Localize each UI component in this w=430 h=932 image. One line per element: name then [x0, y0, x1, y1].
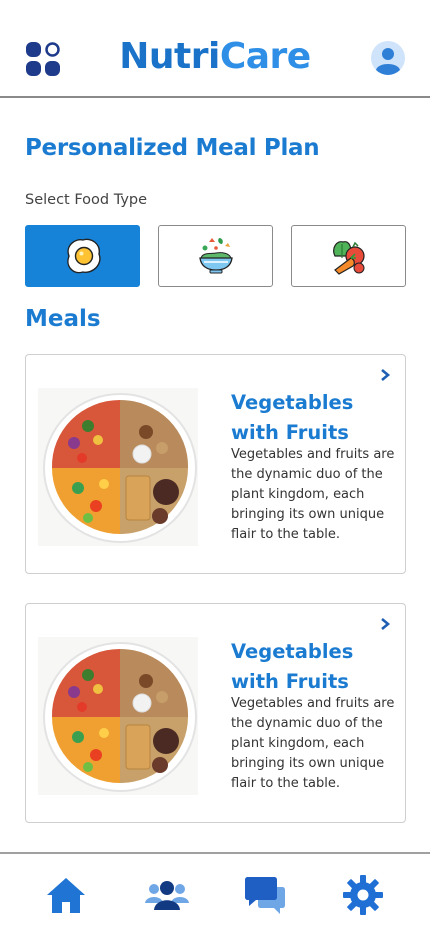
meal-description: Vegetables and fruits are the dynamic du… — [231, 696, 395, 791]
meal-title: Vegetables with Fruits — [231, 391, 354, 444]
meal-description: Vegetables and fruits are the dynamic du… — [231, 447, 395, 542]
meal-plate-image — [38, 388, 198, 546]
bottom-navigation — [0, 852, 430, 932]
meal-plate-image — [38, 637, 198, 795]
fried-egg-icon — [66, 238, 101, 274]
meals-section-title: Meals — [25, 306, 101, 332]
nav-settings[interactable] — [340, 872, 386, 918]
food-type-egg-button[interactable] — [25, 225, 140, 287]
food-type-vegetables-button[interactable] — [291, 225, 406, 287]
app-header: NutriCare — [0, 0, 430, 98]
salad-bowl-icon — [198, 238, 233, 274]
meal-card[interactable]: Vegetables with Fruits Vegetables and fr… — [25, 603, 406, 823]
nav-chat[interactable] — [242, 872, 288, 918]
app-brand: NutriCare — [0, 36, 430, 77]
chat-icon — [245, 877, 285, 914]
food-type-salad-button[interactable] — [158, 225, 273, 287]
home-icon — [47, 878, 85, 913]
community-icon — [145, 881, 189, 910]
meal-card[interactable]: Vegetables with Fruits Vegetables and fr… — [25, 354, 406, 574]
vegetables-fruits-icon — [332, 241, 365, 275]
food-type-label: Select Food Type — [25, 192, 148, 208]
brand-part-1: Nutri — [119, 36, 220, 77]
chevron-right-icon[interactable] — [379, 618, 391, 630]
settings-gear-icon — [343, 875, 383, 915]
chevron-right-icon[interactable] — [379, 369, 391, 381]
nav-community[interactable] — [144, 872, 190, 918]
page-title: Personalized Meal Plan — [25, 135, 320, 161]
user-avatar-icon[interactable] — [371, 41, 405, 75]
nav-home[interactable] — [43, 872, 89, 918]
meal-title: Vegetables with Fruits — [231, 640, 354, 693]
brand-part-2: Care — [219, 36, 311, 77]
